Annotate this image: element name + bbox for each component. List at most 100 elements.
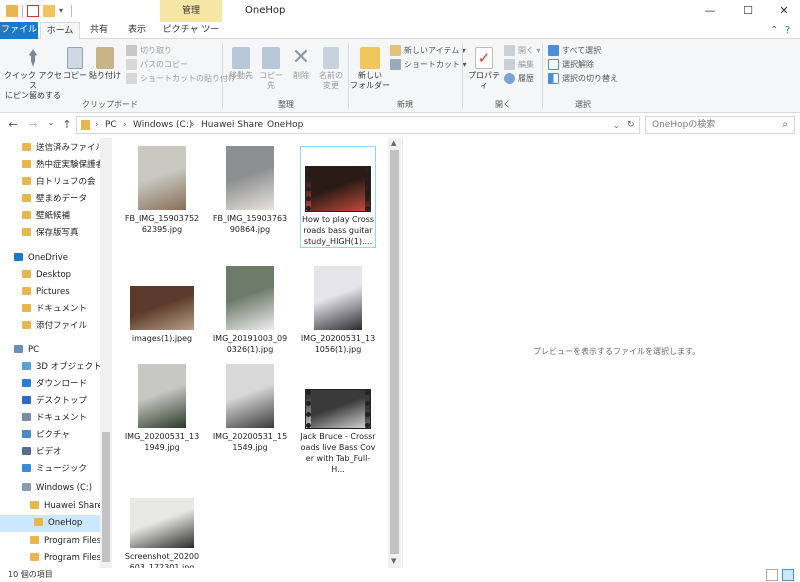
nav-scroll-thumb[interactable] bbox=[102, 432, 110, 562]
file-item[interactable]: IMG_20200531_151549.jpg bbox=[212, 364, 288, 453]
nav-item[interactable]: 送信済みファイル bbox=[0, 140, 100, 157]
new-folder-quick-icon[interactable] bbox=[43, 5, 55, 17]
content-scroll-thumb[interactable] bbox=[390, 150, 399, 554]
search-icon[interactable]: ⌕ bbox=[782, 119, 788, 130]
nav-item[interactable]: 熱中症実験保護者 bbox=[0, 157, 100, 174]
breadcrumb-windows-c[interactable]: Windows (C:) bbox=[133, 117, 192, 134]
nav-item[interactable]: 白トリュフの会 bbox=[0, 174, 100, 191]
file-item[interactable]: IMG_20191003_090326(1).jpg bbox=[212, 266, 288, 355]
properties-button[interactable]: ✓ プロパティ bbox=[466, 47, 502, 91]
paste-button[interactable]: 貼り付け bbox=[88, 47, 122, 81]
toolbar-divider bbox=[71, 5, 72, 17]
image-thumbnail bbox=[130, 286, 194, 330]
easy-access-button[interactable]: ショートカット ▾ bbox=[390, 59, 467, 71]
file-item[interactable]: IMG_20200531_131949.jpg bbox=[124, 364, 200, 453]
copy-button[interactable]: コピー bbox=[62, 47, 88, 81]
file-item[interactable]: IMG_20200531_131056(1).jpg bbox=[300, 266, 376, 355]
invert-selection-button[interactable]: 選択の切り替え bbox=[548, 73, 618, 85]
refresh-icon[interactable]: ↻ bbox=[627, 117, 635, 134]
breadcrumb-pc[interactable]: PC bbox=[105, 117, 117, 134]
nav-item[interactable]: 3D オブジェクト bbox=[0, 359, 100, 376]
cut-button[interactable]: 切り取り bbox=[126, 45, 172, 57]
scroll-down-arrow-icon[interactable]: ▼ bbox=[391, 557, 396, 565]
nav-item[interactable]: デスクトップ bbox=[0, 393, 100, 410]
nav-item-label: ピクチャ bbox=[36, 430, 70, 440]
file-item[interactable]: Screenshot_20200603_172301.jpg bbox=[124, 484, 200, 568]
nav-item[interactable]: ミュージック bbox=[0, 461, 100, 478]
nav-item[interactable]: Desktop bbox=[0, 267, 100, 284]
file-item[interactable]: FB_IMG_1590375262395.jpg bbox=[124, 146, 200, 235]
properties-quick-icon[interactable] bbox=[27, 5, 39, 17]
address-box[interactable]: › PC › Windows (C:) › Huawei Share › One… bbox=[76, 116, 640, 134]
nav-item[interactable]: Windows (C:) bbox=[0, 480, 100, 497]
up-arrow-icon[interactable]: ↑ bbox=[60, 118, 74, 131]
nav-item[interactable]: ダウンロード bbox=[0, 376, 100, 393]
folder-icon bbox=[22, 321, 31, 329]
nav-item[interactable]: 保存版写真 bbox=[0, 225, 100, 242]
file-item[interactable]: Jack Bruce - Crossroads live Bass Cover … bbox=[300, 364, 376, 475]
new-folder-button[interactable]: 新しい フォルダー bbox=[350, 47, 390, 91]
maximize-button[interactable]: ☐ bbox=[730, 0, 766, 22]
help-icon[interactable]: ? bbox=[785, 25, 790, 36]
paste-shortcut-button[interactable]: ショートカットの貼り付け bbox=[126, 73, 236, 85]
breadcrumb-huawei-share[interactable]: Huawei Share bbox=[201, 117, 263, 134]
nav-item[interactable]: ビデオ bbox=[0, 444, 100, 461]
file-item[interactable]: images(1).jpeg bbox=[124, 266, 200, 344]
file-item[interactable]: How to play Crossroads bass guitar study… bbox=[300, 146, 376, 248]
scroll-up-arrow-icon[interactable]: ▲ bbox=[391, 139, 396, 147]
nav-item[interactable]: ドキュメント bbox=[0, 410, 100, 427]
delete-button[interactable]: ✕ 削除 bbox=[288, 47, 314, 81]
nav-item[interactable]: ピクチャ bbox=[0, 427, 100, 444]
new-item-button[interactable]: 新しいアイテム ▾ bbox=[390, 45, 466, 57]
nav-item-label: Windows (C:) bbox=[36, 483, 93, 493]
nav-item[interactable]: Program Files bbox=[0, 533, 100, 550]
search-input[interactable]: OneHopの検索 ⌕ bbox=[645, 116, 795, 134]
tab-home[interactable]: ホーム bbox=[40, 22, 80, 40]
nav-item[interactable]: Program Files ( bbox=[0, 550, 100, 567]
rename-button[interactable]: 名前の 変更 bbox=[316, 47, 346, 91]
nav-item[interactable]: 壁紙候補 bbox=[0, 208, 100, 225]
large-icons-view-icon[interactable] bbox=[782, 569, 794, 581]
copy-folder-icon bbox=[262, 47, 280, 69]
nav-item[interactable]: 添付ファイル bbox=[0, 318, 100, 335]
chevron-down-icon[interactable]: ▾ bbox=[59, 5, 67, 17]
history-button[interactable]: 履歴 bbox=[504, 73, 534, 85]
details-view-icon[interactable] bbox=[766, 569, 778, 581]
tab-file[interactable]: ファイル bbox=[0, 22, 38, 39]
select-none-button[interactable]: 選択解除 bbox=[548, 59, 594, 71]
recent-chevron-icon[interactable]: ⌄ bbox=[44, 118, 58, 127]
tab-picture-tools[interactable]: ピクチャ ツール bbox=[160, 22, 222, 52]
nav-item[interactable]: OneDrive bbox=[0, 250, 100, 267]
image-thumbnail bbox=[130, 498, 194, 548]
open-label: 開く bbox=[518, 46, 534, 55]
move-to-button[interactable]: 移動先 bbox=[226, 47, 256, 81]
nav-item[interactable]: Pictures bbox=[0, 284, 100, 301]
shortcut-icon bbox=[390, 59, 401, 70]
breadcrumb-onehop[interactable]: OneHop bbox=[267, 117, 303, 134]
pin-quick-access-button[interactable]: クイック アクセス にピン留めする bbox=[2, 47, 64, 101]
forward-arrow-icon[interactable]: → bbox=[26, 118, 40, 131]
file-item[interactable]: FB_IMG_1590376390864.jpg bbox=[212, 146, 288, 235]
tab-view[interactable]: 表示 bbox=[120, 22, 154, 39]
tab-share[interactable]: 共有 bbox=[84, 22, 114, 39]
nav-item[interactable]: ドキュメント bbox=[0, 301, 100, 318]
image-thumbnail bbox=[226, 266, 274, 330]
nav-item[interactable]: PC bbox=[0, 342, 100, 359]
nav-item[interactable]: OneHop bbox=[0, 515, 100, 532]
back-arrow-icon[interactable]: ← bbox=[6, 118, 20, 131]
chevron-down-icon[interactable]: ⌄ bbox=[613, 117, 620, 134]
chevron-up-icon[interactable]: ⌃ bbox=[770, 25, 778, 36]
item-count: 10 個の項目 bbox=[8, 570, 53, 579]
edit-button[interactable]: 編集 bbox=[504, 59, 534, 71]
select-all-button[interactable]: すべて選択 bbox=[548, 45, 601, 57]
file-name: IMG_20200531_151549.jpg bbox=[212, 432, 288, 452]
open-button[interactable]: 開く ▾ bbox=[504, 45, 541, 57]
invert-selection-icon bbox=[548, 73, 559, 84]
close-button[interactable]: ✕ bbox=[766, 0, 800, 22]
copy-to-button[interactable]: コピー先 bbox=[256, 47, 286, 91]
minimize-button[interactable]: — bbox=[692, 0, 728, 22]
copy-path-button[interactable]: パスのコピー bbox=[126, 59, 188, 71]
status-bar: 10 個の項目 bbox=[0, 568, 800, 582]
nav-item[interactable]: Huawei Share bbox=[0, 498, 100, 515]
nav-item[interactable]: 壁まめデータ bbox=[0, 191, 100, 208]
